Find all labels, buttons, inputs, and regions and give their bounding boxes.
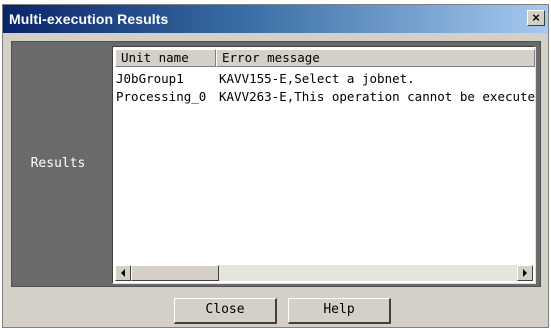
scroll-right-arrow-icon [523, 269, 527, 277]
multi-execution-results-dialog: Multi-execution Results × Results Unit n… [2, 4, 549, 328]
list-rows: J0bGroup1 KAVV155-E,Select a jobnet. Pro… [115, 70, 535, 106]
list-item[interactable]: Processing_0 KAVV263-E,This operation ca… [115, 88, 535, 106]
close-window-button[interactable]: × [527, 10, 545, 26]
list-header: Unit name Error message [115, 49, 535, 67]
list-item[interactable]: J0bGroup1 KAVV155-E,Select a jobnet. [115, 70, 535, 88]
horizontal-scrollbar[interactable] [115, 265, 533, 281]
column-header-error-message[interactable]: Error message [216, 49, 535, 67]
column-header-unit-name[interactable]: Unit name [115, 49, 216, 67]
results-section: Results Unit name Error message J0bGroup… [11, 41, 541, 287]
help-button[interactable]: Help [288, 298, 391, 324]
unit-name-cell: J0bGroup1 [116, 71, 184, 86]
scrollbar-thumb[interactable] [131, 265, 219, 281]
close-button[interactable]: Close [174, 298, 277, 324]
error-message-cell: KAVV263-E,This operation cannot be execu… [219, 89, 535, 104]
scroll-left-button[interactable] [115, 265, 131, 281]
scrollbar-track[interactable] [131, 265, 517, 281]
error-message-cell: KAVV155-E,Select a jobnet. [219, 71, 415, 86]
close-icon: × [532, 10, 540, 25]
dialog-title: Multi-execution Results [9, 11, 169, 27]
results-label: Results [30, 156, 86, 171]
title-bar[interactable]: Multi-execution Results × [3, 5, 548, 33]
scroll-left-arrow-icon [121, 269, 125, 277]
unit-name-cell: Processing_0 [116, 89, 207, 104]
scroll-right-button[interactable] [517, 265, 533, 281]
results-list[interactable]: Unit name Error message J0bGroup1 KAVV15… [112, 46, 536, 284]
